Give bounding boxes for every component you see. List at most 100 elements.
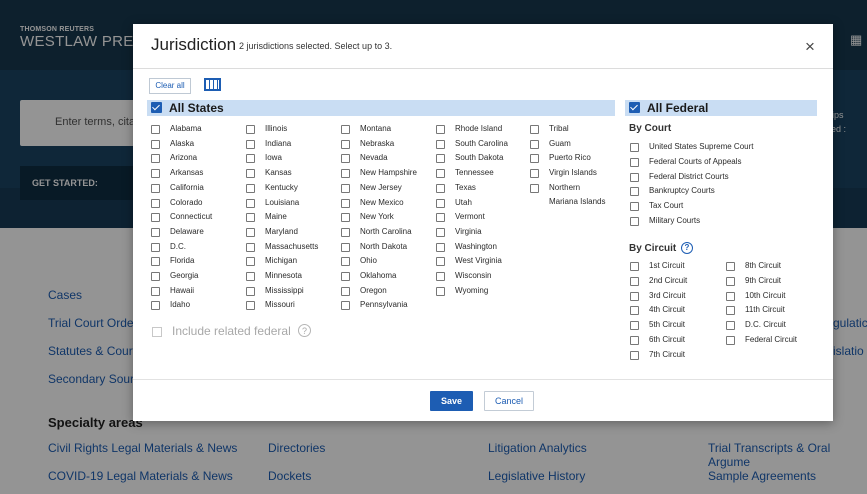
state-checkbox-texas[interactable] bbox=[436, 183, 445, 193]
state-checkbox-tribal[interactable] bbox=[530, 125, 539, 134]
state-checkbox-nebraska[interactable] bbox=[341, 139, 350, 149]
all-states-row[interactable]: All States bbox=[147, 100, 615, 116]
state-checkbox-south-dakota[interactable] bbox=[436, 154, 445, 164]
all-federal-checkbox[interactable] bbox=[629, 102, 640, 113]
state-checkbox-idaho[interactable] bbox=[151, 301, 160, 311]
keyboard-grid-icon[interactable] bbox=[204, 78, 221, 91]
state-checkbox-arizona[interactable] bbox=[151, 154, 160, 164]
circuit-checkbox-4th-circuit[interactable] bbox=[630, 306, 639, 316]
state-checkbox-missouri[interactable] bbox=[246, 301, 255, 311]
court-checkbox-united-states-supreme-court[interactable] bbox=[630, 143, 639, 152]
state-checkbox-alaska[interactable] bbox=[151, 139, 160, 149]
state-checkbox-virginia[interactable] bbox=[436, 227, 445, 237]
state-checkbox-california[interactable] bbox=[151, 183, 160, 193]
circuit-checkbox-2nd-circuit[interactable] bbox=[630, 276, 639, 286]
state-checkbox-ohio[interactable] bbox=[341, 257, 350, 267]
include-related-federal-checkbox[interactable] bbox=[152, 327, 162, 337]
state-checkbox-new-mexico[interactable] bbox=[341, 198, 350, 208]
cancel-button[interactable]: Cancel bbox=[484, 391, 534, 411]
state-checkbox-hawaii[interactable] bbox=[151, 286, 160, 296]
state-label-oregon: Oregon bbox=[360, 285, 387, 295]
save-button[interactable]: Save bbox=[430, 391, 473, 411]
court-checkbox-military-courts[interactable] bbox=[630, 217, 639, 226]
state-label-south-carolina: South Carolina bbox=[455, 138, 508, 148]
state-checkbox-georgia[interactable] bbox=[151, 272, 160, 281]
state-checkbox-new-york[interactable] bbox=[341, 213, 350, 223]
state-label-nebraska: Nebraska bbox=[360, 138, 395, 148]
state-checkbox-maryland[interactable] bbox=[246, 227, 255, 237]
court-label-bankruptcy-courts: Bankruptcy Courts bbox=[649, 186, 715, 196]
state-checkbox-new-hampshire[interactable] bbox=[341, 169, 350, 179]
state-checkbox-north-dakota[interactable] bbox=[341, 242, 350, 252]
circuit-checkbox-8th-circuit[interactable] bbox=[726, 262, 735, 271]
state-checkbox-vermont[interactable] bbox=[436, 213, 445, 223]
state-label-massachusetts: Massachusetts bbox=[265, 241, 319, 251]
clear-all-button[interactable]: Clear all bbox=[149, 78, 191, 94]
state-checkbox-montana[interactable] bbox=[341, 125, 350, 134]
state-checkbox-wisconsin[interactable] bbox=[436, 272, 445, 281]
state-checkbox-pennsylvania[interactable] bbox=[341, 301, 350, 311]
state-checkbox-colorado[interactable] bbox=[151, 198, 160, 208]
all-states-checkbox[interactable] bbox=[151, 102, 162, 113]
include-related-help-icon[interactable]: ? bbox=[298, 324, 311, 337]
all-states-label: All States bbox=[169, 101, 224, 115]
state-checkbox-arkansas[interactable] bbox=[151, 169, 160, 179]
state-checkbox-south-carolina[interactable] bbox=[436, 139, 445, 149]
state-checkbox-minnesota[interactable] bbox=[246, 272, 255, 281]
state-checkbox-connecticut[interactable] bbox=[151, 213, 160, 223]
state-checkbox-puerto-rico[interactable] bbox=[530, 154, 539, 164]
circuit-checkbox-10th-circuit[interactable] bbox=[726, 291, 735, 301]
state-checkbox-d-c[interactable] bbox=[151, 242, 160, 252]
state-label-michigan: Michigan bbox=[265, 256, 298, 266]
state-checkbox-northern[interactable] bbox=[530, 183, 539, 193]
state-checkbox-louisiana[interactable] bbox=[246, 198, 255, 208]
state-checkbox-mississippi[interactable] bbox=[246, 286, 255, 296]
state-checkbox-tennessee[interactable] bbox=[436, 169, 445, 179]
state-checkbox-indiana[interactable] bbox=[246, 139, 255, 149]
state-label-nevada: Nevada bbox=[360, 153, 388, 163]
state-checkbox-kentucky[interactable] bbox=[246, 183, 255, 193]
circuit-checkbox-federal-circuit[interactable] bbox=[726, 336, 735, 345]
state-checkbox-utah[interactable] bbox=[436, 198, 445, 208]
state-checkbox-wyoming[interactable] bbox=[436, 286, 445, 296]
close-icon[interactable]: × bbox=[805, 37, 815, 57]
state-checkbox-north-carolina[interactable] bbox=[341, 227, 350, 237]
all-federal-row[interactable]: All Federal bbox=[625, 100, 817, 116]
state-checkbox-kansas[interactable] bbox=[246, 169, 255, 179]
state-checkbox-rhode-island[interactable] bbox=[436, 125, 445, 134]
court-checkbox-federal-district-courts[interactable] bbox=[630, 172, 639, 182]
state-checkbox-guam[interactable] bbox=[530, 139, 539, 149]
court-checkbox-federal-courts-of-appeals[interactable] bbox=[630, 157, 639, 167]
state-checkbox-illinois[interactable] bbox=[246, 125, 255, 134]
state-checkbox-iowa[interactable] bbox=[246, 154, 255, 164]
state-checkbox-massachusetts[interactable] bbox=[246, 242, 255, 252]
court-checkbox-tax-court[interactable] bbox=[630, 202, 639, 212]
state-label-texas: Texas bbox=[455, 182, 476, 192]
state-checkbox-delaware[interactable] bbox=[151, 227, 160, 237]
state-checkbox-oregon[interactable] bbox=[341, 286, 350, 296]
state-checkbox-virgin-islands[interactable] bbox=[530, 169, 539, 179]
circuit-checkbox-7th-circuit[interactable] bbox=[630, 350, 639, 360]
state-checkbox-florida[interactable] bbox=[151, 257, 160, 267]
state-checkbox-west-virginia[interactable] bbox=[436, 257, 445, 267]
circuit-label-2nd-circuit: 2nd Circuit bbox=[649, 275, 688, 285]
by-circuit-help-icon[interactable]: ? bbox=[681, 242, 693, 254]
state-label-maine: Maine bbox=[265, 212, 287, 222]
circuit-checkbox-6th-circuit[interactable] bbox=[630, 336, 639, 345]
circuit-checkbox-9th-circuit[interactable] bbox=[726, 276, 735, 286]
circuit-checkbox-1st-circuit[interactable] bbox=[630, 262, 639, 271]
state-checkbox-oklahoma[interactable] bbox=[341, 272, 350, 281]
circuit-checkbox-5th-circuit[interactable] bbox=[630, 321, 639, 331]
circuit-label-11th-circuit: 11th Circuit bbox=[745, 305, 785, 315]
state-checkbox-nevada[interactable] bbox=[341, 154, 350, 164]
circuit-checkbox-11th-circuit[interactable] bbox=[726, 306, 735, 316]
state-checkbox-michigan[interactable] bbox=[246, 257, 255, 267]
state-checkbox-washington[interactable] bbox=[436, 242, 445, 252]
state-checkbox-maine[interactable] bbox=[246, 213, 255, 223]
circuit-checkbox-d-c-circuit[interactable] bbox=[726, 321, 735, 331]
state-checkbox-new-jersey[interactable] bbox=[341, 183, 350, 193]
court-checkbox-bankruptcy-courts[interactable] bbox=[630, 187, 639, 197]
state-label-vermont: Vermont bbox=[455, 212, 485, 222]
state-checkbox-alabama[interactable] bbox=[151, 125, 160, 134]
circuit-checkbox-3rd-circuit[interactable] bbox=[630, 291, 639, 301]
